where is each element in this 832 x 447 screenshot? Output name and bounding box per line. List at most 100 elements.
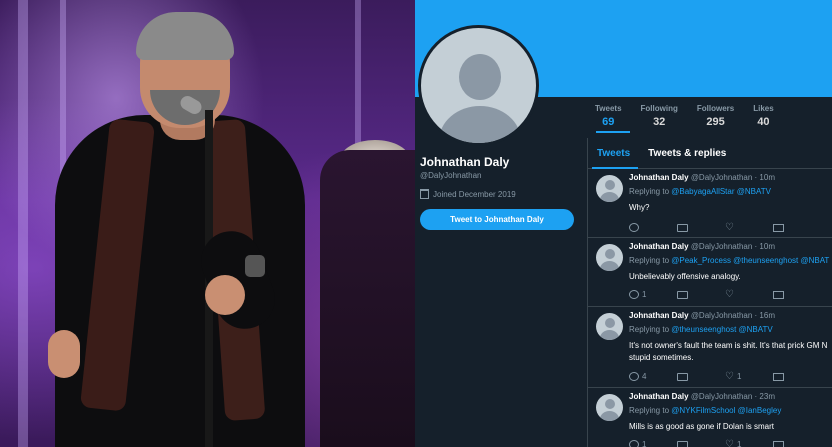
tweet-text-line: Mills is as good as gone if Dolan is sma…	[629, 422, 774, 431]
reply-count: 1	[642, 440, 647, 447]
hair	[136, 12, 234, 60]
reply-mentions[interactable]: @Peak_Process @theunseenghost @NBAT	[671, 256, 829, 265]
message-button[interactable]	[773, 440, 821, 447]
message-icon	[773, 372, 784, 381]
tweet-avatar[interactable]	[596, 175, 623, 202]
retweet-icon	[677, 372, 688, 381]
message-icon	[773, 440, 784, 447]
like-button[interactable]: ♡	[725, 289, 773, 299]
default-avatar-body	[439, 106, 521, 143]
performer-photo	[0, 0, 415, 447]
stat-value: 295	[706, 116, 725, 128]
tweet-text-line: stupid sometimes.	[629, 353, 694, 362]
retweet-icon	[677, 290, 688, 299]
replying-prefix: Replying to	[629, 406, 672, 415]
tab-tweets-replies[interactable]: Tweets & replies	[648, 147, 726, 159]
tweet-author[interactable]: Johnathan Daly	[629, 311, 689, 320]
tweet-meta: @DalyJohnathan · 10m	[690, 173, 775, 182]
tweet-item[interactable]: Johnathan Daly @DalyJohnathan · 10m Repl…	[588, 169, 832, 238]
tweet-header: Johnathan Daly @DalyJohnathan · 10m	[629, 242, 775, 251]
message-icon	[773, 223, 784, 232]
retweet-icon	[677, 440, 688, 447]
stage-light	[18, 0, 28, 447]
message-button[interactable]	[773, 372, 821, 381]
profile-avatar[interactable]	[418, 25, 539, 146]
stat-followers[interactable]: Followers 295	[697, 104, 734, 128]
reply-button[interactable]	[629, 223, 677, 232]
tweet-text-line: Unbelievably offensive analogy.	[629, 272, 741, 281]
reply-count: 4	[642, 372, 647, 381]
replying-to: Replying to @Peak_Process @theunseenghos…	[629, 256, 829, 265]
default-avatar-head	[459, 54, 501, 100]
tweet-meta: @DalyJohnathan · 23m	[690, 392, 775, 401]
retweet-button[interactable]	[677, 440, 725, 447]
tab-tweets[interactable]: Tweets	[597, 147, 630, 159]
stat-label: Following	[640, 104, 678, 113]
stat-label: Followers	[696, 104, 735, 113]
stat-likes[interactable]: Likes 40	[753, 104, 773, 128]
reply-mentions[interactable]: @NYKFilmSchool @IanBegley	[671, 406, 781, 415]
tweet-item[interactable]: Johnathan Daly @DalyJohnathan · 10m Repl…	[588, 238, 832, 307]
reply-icon	[629, 290, 639, 299]
tweet-header: Johnathan Daly @DalyJohnathan · 10m	[629, 173, 775, 182]
tweet-actions: ♡	[629, 221, 821, 233]
reply-button[interactable]: 1	[629, 290, 677, 299]
profile-joined: Joined December 2019	[420, 189, 516, 199]
reply-icon	[629, 223, 639, 232]
tweet-feed: Tweets Tweets & replies Johnathan Daly @…	[587, 138, 832, 447]
tweet-item[interactable]: Johnathan Daly @DalyJohnathan · 16m Repl…	[588, 307, 832, 388]
reply-button[interactable]: 4	[629, 372, 677, 381]
like-icon: ♡	[725, 438, 734, 447]
tweet-header: Johnathan Daly @DalyJohnathan · 23m	[629, 392, 775, 401]
tweet-meta: @DalyJohnathan · 10m	[690, 242, 775, 251]
message-button[interactable]	[773, 290, 821, 299]
tweet-avatar[interactable]	[596, 244, 623, 271]
tweet-text: Unbelievably offensive analogy.	[629, 271, 741, 283]
replying-prefix: Replying to	[629, 256, 672, 265]
reply-icon	[629, 372, 639, 381]
profile-stats: Tweets 69 Following 32 Followers 295 Lik…	[595, 104, 793, 128]
tweet-header: Johnathan Daly @DalyJohnathan · 16m	[629, 311, 775, 320]
stat-active-indicator	[596, 131, 630, 133]
stat-tweets[interactable]: Tweets 69	[595, 104, 622, 128]
stat-value: 69	[602, 116, 615, 128]
replying-prefix: Replying to	[629, 187, 672, 196]
wristwatch	[245, 255, 265, 277]
tweet-item[interactable]: Johnathan Daly @DalyJohnathan · 23m Repl…	[588, 388, 832, 447]
tweet-text-line: Why?	[629, 203, 650, 212]
replying-to: Replying to @NYKFilmSchool @IanBegley	[629, 406, 781, 415]
like-button[interactable]: ♡	[725, 221, 773, 233]
joined-text: Joined December 2019	[433, 189, 516, 199]
like-button[interactable]: ♡ 1	[725, 371, 773, 381]
tweet-avatar[interactable]	[596, 313, 623, 340]
tweet-author[interactable]: Johnathan Daly	[629, 173, 689, 182]
tweet-text-line: It's not owner's fault the team is shit.…	[629, 341, 828, 350]
reply-button[interactable]: 1	[629, 440, 677, 447]
retweet-button[interactable]	[677, 290, 725, 299]
replying-prefix: Replying to	[629, 325, 672, 334]
like-icon: ♡	[725, 221, 734, 233]
tweet-avatar[interactable]	[596, 394, 623, 421]
tweet-actions: 1 ♡ 1	[629, 438, 821, 447]
tweet-author[interactable]: Johnathan Daly	[629, 242, 689, 251]
calendar-icon	[420, 189, 429, 199]
tweet-text: Mills is as good as gone if Dolan is sma…	[629, 421, 774, 433]
reply-icon	[629, 440, 639, 447]
feed-tabs: Tweets Tweets & replies	[588, 138, 832, 169]
hand	[205, 275, 245, 315]
retweet-icon	[677, 223, 688, 232]
retweet-button[interactable]	[677, 372, 725, 381]
tweet-text: It's not owner's fault the team is shit.…	[629, 340, 827, 364]
message-button[interactable]	[773, 223, 821, 232]
stat-label: Likes	[753, 104, 774, 113]
left-hand	[48, 330, 80, 378]
retweet-button[interactable]	[677, 223, 725, 232]
stat-following[interactable]: Following 32	[641, 104, 678, 128]
like-button[interactable]: ♡ 1	[725, 438, 773, 447]
tweet-to-button[interactable]: Tweet to Johnathan Daly	[420, 209, 574, 230]
reply-mentions[interactable]: @theunseenghost @NBATV	[671, 325, 772, 334]
tweet-author[interactable]: Johnathan Daly	[629, 392, 689, 401]
reply-mentions[interactable]: @BabyagaAllStar @NBATV	[671, 187, 771, 196]
message-icon	[773, 290, 784, 299]
reply-count: 1	[642, 290, 647, 299]
